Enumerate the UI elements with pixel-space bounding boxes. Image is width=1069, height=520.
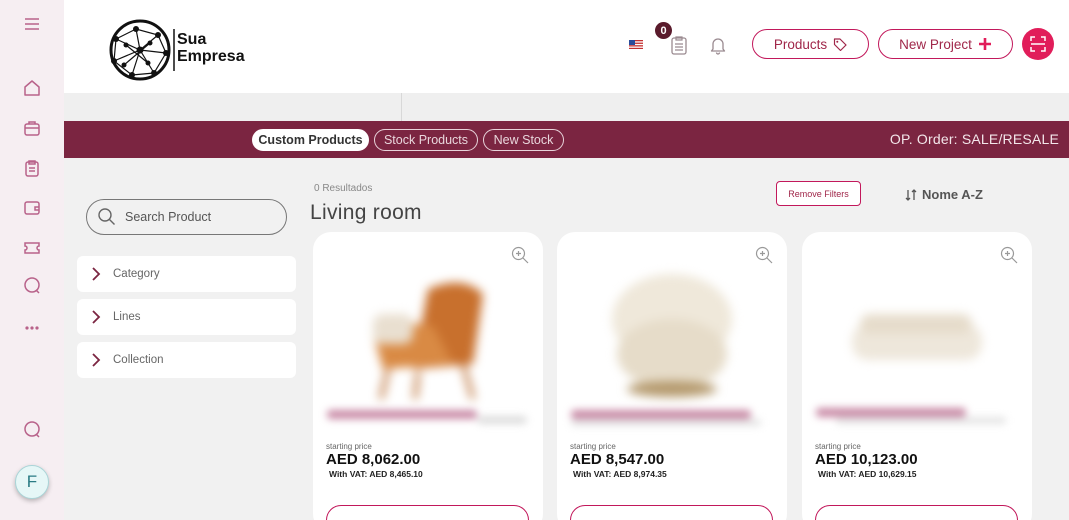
search-product-field[interactable] [86,199,287,235]
filter-collection-label: Collection [113,354,164,366]
section-title: Living room [310,201,422,224]
product-card[interactable]: starting price AED 10,123.00 With VAT: A… [802,232,1032,520]
tag-icon [834,38,847,51]
chevron-right-icon [92,353,101,367]
product-name-blurred [571,410,761,426]
plus-icon [978,38,991,50]
tab-custom-products[interactable]: Custom Products [252,129,369,151]
search-icon [98,208,115,225]
scanner-button[interactable] [1022,28,1054,60]
products-button[interactable]: Products [752,29,869,59]
customize-button[interactable] [326,505,529,520]
logo-line-1: Sua [177,31,207,48]
sort-icon [905,188,917,201]
filter-category-label: Category [113,268,160,280]
tab-new-stock[interactable]: New Stock [483,129,564,151]
sort-dropdown[interactable]: Nome A-Z [905,187,983,202]
support-chat-icon[interactable] [22,420,42,440]
results-count: 0 Resultados [314,183,373,194]
wallet-icon[interactable] [22,198,42,218]
chevron-right-icon [92,310,101,324]
new-project-button[interactable]: New Project [878,29,1013,59]
operation-order-label: OP. Order: SALE/RESALE [889,131,1059,147]
product-price: AED 8,547.00 [570,451,665,468]
product-price-vat: With VAT: AED 10,629.15 [818,469,917,479]
search-input[interactable] [125,210,275,224]
chat-icon[interactable] [22,276,42,296]
product-tab-bar: Custom Products Stock Products New Stock… [64,121,1069,158]
product-image [852,314,982,360]
briefcase-icon[interactable] [22,118,42,138]
starting-price-label: starting price [570,442,616,451]
menu-icon[interactable] [22,14,42,34]
logo-line-2: Empresa [177,48,245,65]
more-icon[interactable] [22,318,42,338]
product-card[interactable]: starting price AED 8,062.00 With VAT: AE… [313,232,543,520]
tab-stock-products[interactable]: Stock Products [374,129,478,151]
home-icon[interactable] [22,78,42,98]
product-image [612,274,732,397]
remove-filters-button[interactable]: Remove Filters [776,181,861,206]
bell-icon[interactable] [709,35,727,55]
product-price-vat: With VAT: AED 8,465.10 [329,469,423,479]
filter-collection[interactable]: Collection [77,342,296,378]
filter-category[interactable]: Category [77,256,296,292]
new-project-button-label: New Project [899,36,972,52]
ticket-icon[interactable] [22,238,42,258]
clipboard-icon[interactable] [22,158,42,178]
starting-price-label: starting price [326,442,372,451]
sub-toolbar [64,93,1069,121]
starting-price-label: starting price [815,442,861,451]
filter-lines[interactable]: Lines [77,299,296,335]
sort-label: Nome A-Z [922,187,983,202]
customize-button[interactable] [570,505,773,520]
scan-icon [1030,36,1046,52]
product-price: AED 8,062.00 [326,451,421,468]
product-price: AED 10,123.00 [815,451,918,468]
toolbar-divider [401,93,402,121]
chevron-right-icon [92,267,101,281]
customize-button[interactable] [815,505,1018,520]
top-header: Sua Empresa 0 Products New Project [64,0,1069,93]
logo-text: Sua Empresa [177,31,245,65]
avatar[interactable]: F [15,465,49,499]
product-name-blurred [816,408,1006,424]
product-card[interactable]: starting price AED 8,547.00 With VAT: AE… [557,232,787,520]
sidebar: F [0,0,64,520]
product-price-vat: With VAT: AED 8,974.35 [573,469,667,479]
order-list-icon[interactable] [670,35,688,55]
us-flag-icon[interactable] [629,40,643,49]
products-button-label: Products [773,36,828,52]
product-name-blurred [327,410,527,424]
filter-lines-label: Lines [113,311,141,323]
product-image [373,282,483,400]
